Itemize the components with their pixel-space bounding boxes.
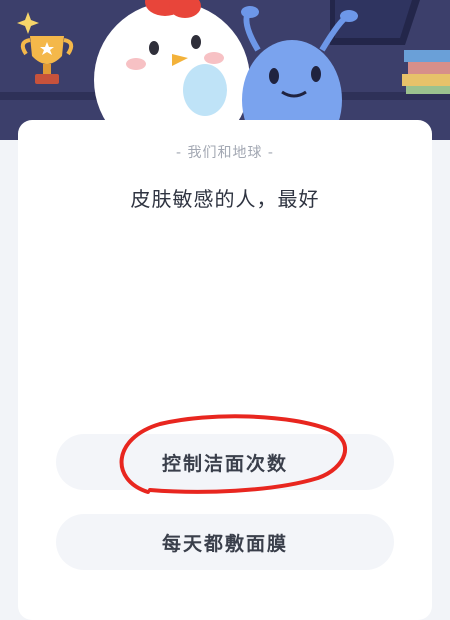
answer-option-2[interactable]: 每天都敷面膜 <box>56 514 394 570</box>
answer-option-1-label: 控制洁面次数 <box>161 452 288 475</box>
chicken-mascot <box>94 0 250 140</box>
quiz-card: - 我们和地球 - 皮肤敏感的人，最好 控制洁面次数 每天都敷面膜 <box>18 120 432 620</box>
question-text: 皮肤敏感的人，最好 <box>130 187 320 211</box>
sparkle-icon <box>17 12 39 34</box>
book-stack-icon <box>402 50 450 94</box>
answer-option-1[interactable]: 控制洁面次数 <box>56 434 394 490</box>
header-illustration <box>0 0 450 140</box>
section-label: - 我们和地球 - <box>175 145 274 161</box>
answer-option-2-label: 每天都敷面膜 <box>161 532 288 555</box>
trophy-icon <box>20 36 74 84</box>
